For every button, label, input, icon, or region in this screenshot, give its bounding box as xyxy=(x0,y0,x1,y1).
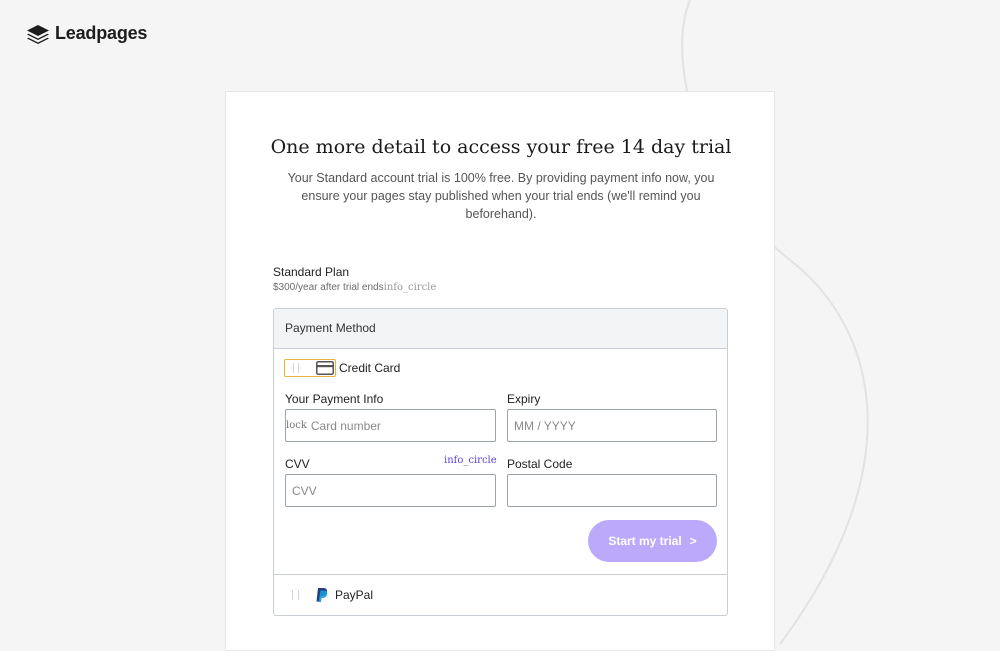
plan-price: $300/year after trial ends xyxy=(273,282,384,293)
credit-card-label: Credit Card xyxy=(339,361,401,375)
layers-logo-icon xyxy=(27,24,49,44)
credit-card-icon xyxy=(316,361,334,375)
chevron-right-icon: > xyxy=(689,534,697,548)
page-title: One more detail to access your free 14 d… xyxy=(270,136,732,158)
divider xyxy=(274,574,727,575)
signup-card: One more detail to access your free 14 d… xyxy=(225,91,775,651)
paypal-radio[interactable] xyxy=(292,590,299,600)
plan-price-line: $300/year after trial endsinfo_circle xyxy=(273,282,436,293)
start-trial-button[interactable]: Start my trial > xyxy=(588,520,717,562)
card-number-input[interactable] xyxy=(306,417,495,434)
paypal-option[interactable]: PayPal xyxy=(292,587,373,603)
brand-name: Leadpages xyxy=(55,23,148,43)
payment-method-header: Payment Method xyxy=(274,309,727,349)
plan-name: Standard Plan xyxy=(273,265,350,279)
cvv-label: CVV xyxy=(285,457,310,471)
expiry-input[interactable] xyxy=(507,409,717,442)
leadpages-logo[interactable]: Leadpages xyxy=(26,23,147,44)
credit-card-option[interactable]: Credit Card xyxy=(284,359,400,377)
paypal-label: PayPal xyxy=(335,588,374,602)
paypal-icon xyxy=(316,588,328,602)
card-number-field[interactable]: lock xyxy=(285,409,496,442)
payment-info-label: Your Payment Info xyxy=(285,392,384,406)
lock-icon: lock xyxy=(286,420,307,431)
start-trial-label: Start my trial xyxy=(608,534,682,548)
plan-info-icon[interactable]: info_circle xyxy=(384,282,437,293)
page-subtitle: Your Standard account trial is 100% free… xyxy=(287,171,715,221)
postal-code-input[interactable] xyxy=(507,474,717,507)
cvv-input[interactable] xyxy=(285,474,496,507)
cvv-info-icon[interactable]: info_circle xyxy=(444,455,497,466)
radio-indicator xyxy=(293,363,299,373)
expiry-label: Expiry xyxy=(507,392,541,406)
payment-method-box: Payment Method Credit Card Your Payment … xyxy=(273,308,728,616)
postal-code-label: Postal Code xyxy=(507,457,573,471)
credit-card-radio[interactable] xyxy=(284,359,336,377)
